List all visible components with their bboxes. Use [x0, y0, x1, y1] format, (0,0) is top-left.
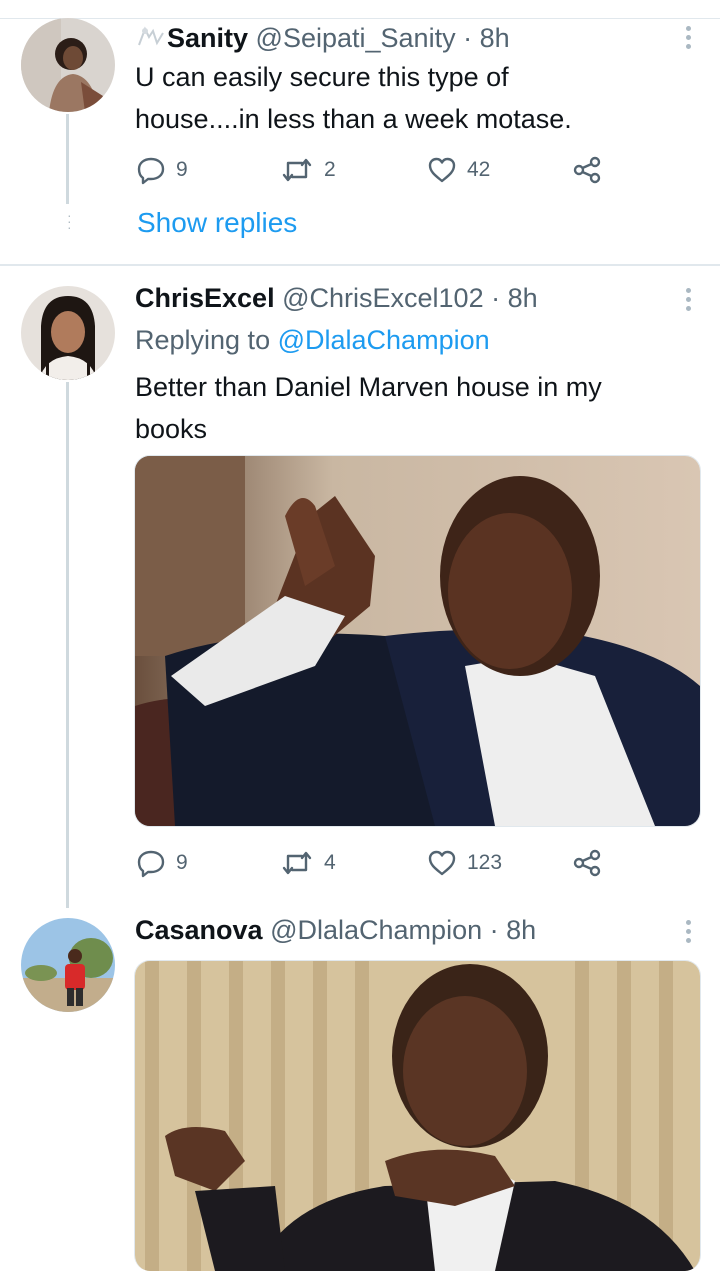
like-button[interactable]: 42 — [427, 155, 490, 185]
more-icon[interactable] — [686, 920, 692, 947]
like-count: 123 — [467, 851, 503, 874]
replying-to-handle[interactable]: @DlalaChampion — [278, 325, 490, 355]
user-handle[interactable]: @Seipati_Sanity — [256, 23, 456, 53]
top-divider — [0, 18, 720, 19]
tweet-divider — [0, 264, 720, 266]
share-button[interactable] — [572, 155, 602, 185]
like-icon — [427, 155, 457, 185]
retweet-button[interactable]: 4 — [280, 848, 336, 878]
tweet-image[interactable] — [134, 960, 701, 1271]
user-handle[interactable]: @ChrisExcel102 — [282, 283, 484, 313]
retweet-icon — [280, 848, 314, 878]
retweet-count: 4 — [324, 851, 336, 874]
like-icon — [427, 848, 457, 878]
tweet-text: U can easily secure this type of house..… — [135, 62, 572, 134]
reply-count: 9 — [176, 851, 188, 874]
user-name[interactable]: Sanity — [167, 23, 248, 53]
avatar-casanova[interactable] — [21, 918, 115, 1012]
reply-count: 9 — [176, 158, 188, 181]
avatar-sanity[interactable] — [21, 18, 115, 112]
tweet-time[interactable]: 8h — [508, 283, 538, 313]
share-icon — [572, 848, 602, 878]
verified-badge-icon — [135, 24, 167, 56]
retweet-count: 2 — [324, 158, 336, 181]
share-button[interactable] — [572, 848, 602, 878]
thread-line — [66, 114, 69, 204]
tweet-image[interactable] — [134, 455, 701, 827]
separator: · — [463, 23, 473, 53]
reply-icon — [136, 848, 166, 878]
more-icon[interactable] — [686, 26, 692, 53]
like-button[interactable]: 123 — [427, 848, 502, 878]
separator: · — [489, 915, 499, 945]
like-count: 42 — [467, 158, 491, 181]
tweet-header: Sanity @Seipati_Sanity · 8h — [135, 22, 510, 56]
thread-gap-dots: · · · — [67, 207, 72, 235]
tweet-time[interactable]: 8h — [506, 915, 536, 945]
tweet-time[interactable]: 8h — [480, 23, 510, 53]
tweet-header: ChrisExcel @ChrisExcel102 · 8h — [135, 282, 538, 314]
replying-to-label: Replying to — [135, 325, 271, 355]
reply-button[interactable]: 9 — [136, 848, 188, 878]
retweet-icon — [280, 155, 314, 185]
show-replies-link[interactable]: Show replies — [137, 207, 297, 239]
user-handle[interactable]: @DlalaChampion — [270, 915, 482, 945]
tweet-text: Better than Daniel Marven house in my bo… — [135, 372, 602, 444]
share-icon — [572, 155, 602, 185]
user-name[interactable]: ChrisExcel — [135, 283, 275, 313]
retweet-button[interactable]: 2 — [280, 155, 336, 185]
reply-icon — [136, 155, 166, 185]
replying-to-line: Replying to @DlalaChampion — [135, 324, 490, 356]
reply-button[interactable]: 9 — [136, 155, 188, 185]
user-name[interactable]: Casanova — [135, 915, 263, 945]
tweet-header: Casanova @DlalaChampion · 8h — [135, 914, 536, 946]
more-icon[interactable] — [686, 288, 692, 315]
avatar-chrisexcel[interactable] — [21, 286, 115, 380]
thread-line — [66, 382, 69, 908]
separator: · — [491, 283, 501, 313]
